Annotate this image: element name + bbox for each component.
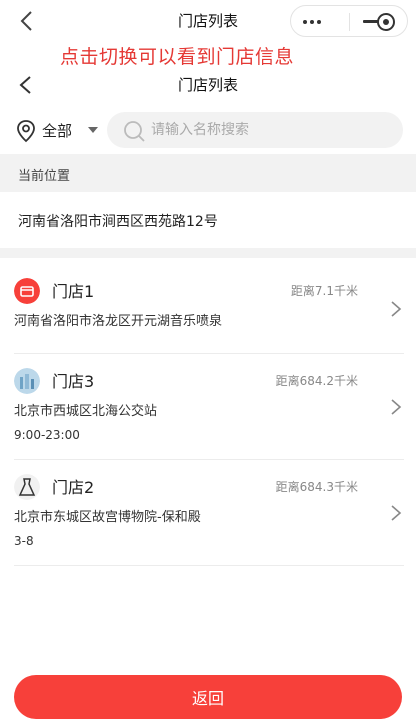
section-gap xyxy=(0,248,416,258)
store-distance: 距离7.1千米 xyxy=(290,284,358,298)
chevron-right-icon xyxy=(391,301,402,317)
search-input[interactable] xyxy=(151,112,391,148)
store-hours: 9:00-23:00 xyxy=(14,428,80,442)
store-item[interactable]: 门店3 距离684.2千米 北京市西城区北海公交站 9:00-23:00 xyxy=(14,354,404,460)
search-icon xyxy=(124,121,145,142)
chevron-right-icon xyxy=(391,505,402,521)
region-selector[interactable]: 全部 xyxy=(42,120,72,141)
store-name: 门店1 xyxy=(52,282,95,301)
caret-down-icon[interactable] xyxy=(88,127,98,133)
more-dots-icon[interactable] xyxy=(303,20,323,24)
store-photo-icon xyxy=(14,368,40,394)
return-button[interactable]: 返回 xyxy=(14,675,402,719)
filter-search-row: 全部 xyxy=(0,108,416,154)
store-hours: 3-8 xyxy=(14,534,34,548)
store-name: 门店2 xyxy=(52,478,95,497)
store-address: 北京市东城区故宫博物院-保和殿 xyxy=(14,510,201,525)
chevron-right-icon xyxy=(391,399,402,415)
store-name: 门店3 xyxy=(52,372,95,391)
store-distance: 距离684.3千米 xyxy=(275,480,358,494)
store-item[interactable]: 门店2 距离684.3千米 北京市东城区故宫博物院-保和殿 3-8 xyxy=(14,460,404,566)
current-location-address: 河南省洛阳市涧西区西苑路12号 xyxy=(18,214,218,230)
capsule-menu xyxy=(290,5,408,37)
current-location-address-row: 河南省洛阳市涧西区西苑路12号 xyxy=(0,192,416,248)
current-location-label: 当前位置 xyxy=(18,169,71,184)
page-header: 门店列表 xyxy=(0,68,416,104)
search-box xyxy=(107,112,403,148)
location-pin-icon xyxy=(17,120,35,143)
store-item[interactable]: 门店1 距离7.1千米 河南省洛阳市洛龙区开元湖音乐喷泉 xyxy=(14,264,404,354)
store-distance: 距离684.2千米 xyxy=(275,374,358,388)
page-title: 门店列表 xyxy=(177,76,238,94)
store-front-icon xyxy=(14,278,40,304)
close-target-icon[interactable] xyxy=(377,13,395,31)
capsule-divider xyxy=(349,13,350,31)
store-address: 河南省洛阳市洛龙区开元湖音乐喷泉 xyxy=(14,314,223,329)
hint-text: 点击切换可以看到门店信息 xyxy=(60,46,295,68)
current-location-label-bar: 当前位置 xyxy=(0,154,416,192)
top-nav-bar: 门店列表 xyxy=(0,0,416,42)
store-address: 北京市西城区北海公交站 xyxy=(14,404,158,419)
dress-icon xyxy=(14,474,40,500)
